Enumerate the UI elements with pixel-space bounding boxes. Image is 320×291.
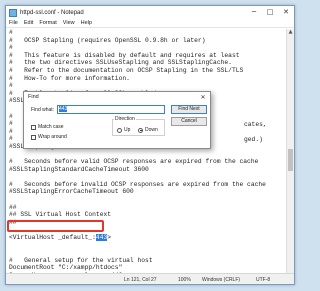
find-next-button[interactable]: Find Next (171, 105, 207, 114)
status-encoding: UTF-8 (256, 277, 271, 283)
radio-down-indicator (138, 127, 143, 133)
text-line: DocumentRoot "C:/xampp/htdocs" (9, 264, 123, 272)
text-line: # General setup for the virtual host (9, 256, 153, 264)
text-line: # OCSP Stapling (requires OpenSSL 0.9.8h… (9, 36, 206, 44)
partial-text-right-2: ged.) (244, 136, 263, 144)
cancel-button[interactable]: Cancel (171, 117, 207, 126)
virtualhost-prefix: <VirtualHost _default_: (9, 234, 96, 242)
status-eol: Windows (CRLF) (202, 277, 241, 283)
text-line: # (9, 82, 13, 90)
window-title: httpd-ssl.conf - Notepad (20, 9, 84, 16)
wrap-around-label: Wrap around (38, 134, 67, 140)
minimize-button[interactable]: ─ (246, 6, 262, 19)
text-line: # (9, 29, 13, 36)
find-what-input[interactable]: 443 (57, 105, 165, 114)
menu-file[interactable]: File (6, 20, 21, 26)
close-button[interactable]: ✕ (278, 6, 294, 19)
text-line (6, 249, 288, 257)
vertical-scrollbar[interactable]: ▲ (286, 29, 294, 274)
maximize-button[interactable]: □ (262, 6, 278, 19)
text-line: # Seconds before invalid OCSP responses … (9, 180, 266, 188)
find-close-icon[interactable]: ✕ (196, 94, 210, 101)
wrap-around-checkbox[interactable]: Wrap around (31, 134, 67, 140)
text-line: ## (9, 203, 17, 211)
scrollbar-thumb[interactable] (288, 149, 293, 171)
direction-label: Direction (114, 116, 136, 122)
find-dialog-title: Find (28, 94, 39, 100)
radio-up-indicator (117, 127, 122, 133)
text-line (6, 242, 288, 250)
wrap-around-box (31, 134, 36, 140)
menu-view[interactable]: View (60, 20, 78, 26)
find-dialog: Find ✕ Find what: 443 Find Next Cancel D… (23, 91, 211, 149)
text-line (6, 196, 288, 204)
direction-up-label: Up (124, 127, 131, 133)
match-case-label: Match case (38, 124, 64, 130)
text-line (6, 151, 288, 159)
menu-format[interactable]: Format (36, 20, 59, 26)
text-line: # How-To for more information. (9, 74, 130, 82)
virtualhost-suffix: > (107, 234, 112, 242)
menu-edit[interactable]: Edit (21, 20, 36, 26)
notepad-icon (9, 8, 17, 17)
text-line: # (9, 44, 13, 52)
virtualhost-line: <VirtualHost _default_:443> (6, 234, 288, 242)
text-line (6, 173, 288, 181)
text-line: # This feature is disabled by default an… (9, 51, 240, 59)
scroll-up-arrow-icon[interactable]: ▲ (287, 29, 294, 36)
status-position: Ln 121, Col 27 (124, 277, 157, 283)
direction-down-radio[interactable]: Down (138, 127, 158, 133)
find-what-value: 443 (59, 106, 68, 112)
menu-help[interactable]: Help (78, 20, 95, 26)
text-editor[interactable]: # # OCSP Stapling (requires OpenSSL 0.9.8… (6, 29, 288, 274)
find-dialog-titlebar: Find ✕ (24, 92, 210, 102)
status-bar: Ln 121, Col 27 100% Windows (CRLF) UTF-8 (6, 273, 294, 284)
direction-up-radio[interactable]: Up (117, 127, 130, 133)
annotation-highlight-box (7, 220, 104, 232)
selected-port-text: 443 (95, 234, 108, 242)
text-line: #SSLStaplingStandardCacheTimeout 3600 (9, 165, 149, 173)
status-zoom: 100% (178, 277, 191, 283)
direction-down-label: Down (145, 127, 158, 133)
menu-bar: File Edit Format View Help (6, 19, 294, 28)
text-line: ## SSL Virtual Host Context (9, 211, 112, 219)
match-case-box (31, 124, 36, 130)
title-bar: httpd-ssl.conf - Notepad ─ □ ✕ (6, 6, 294, 19)
partial-text-right-1: cates, (244, 121, 267, 129)
text-line: #SSLStaplingErrorCacheTimeout 600 (9, 188, 134, 196)
find-what-label: Find what: (31, 107, 55, 113)
match-case-checkbox[interactable]: Match case (31, 124, 64, 130)
text-line: # Refer to the documentation on OCSP Sta… (9, 66, 244, 74)
text-line: # the two directives SSLUseStapling and … (9, 59, 232, 67)
text-line: # Seconds before valid OCSP responses ar… (9, 158, 259, 166)
